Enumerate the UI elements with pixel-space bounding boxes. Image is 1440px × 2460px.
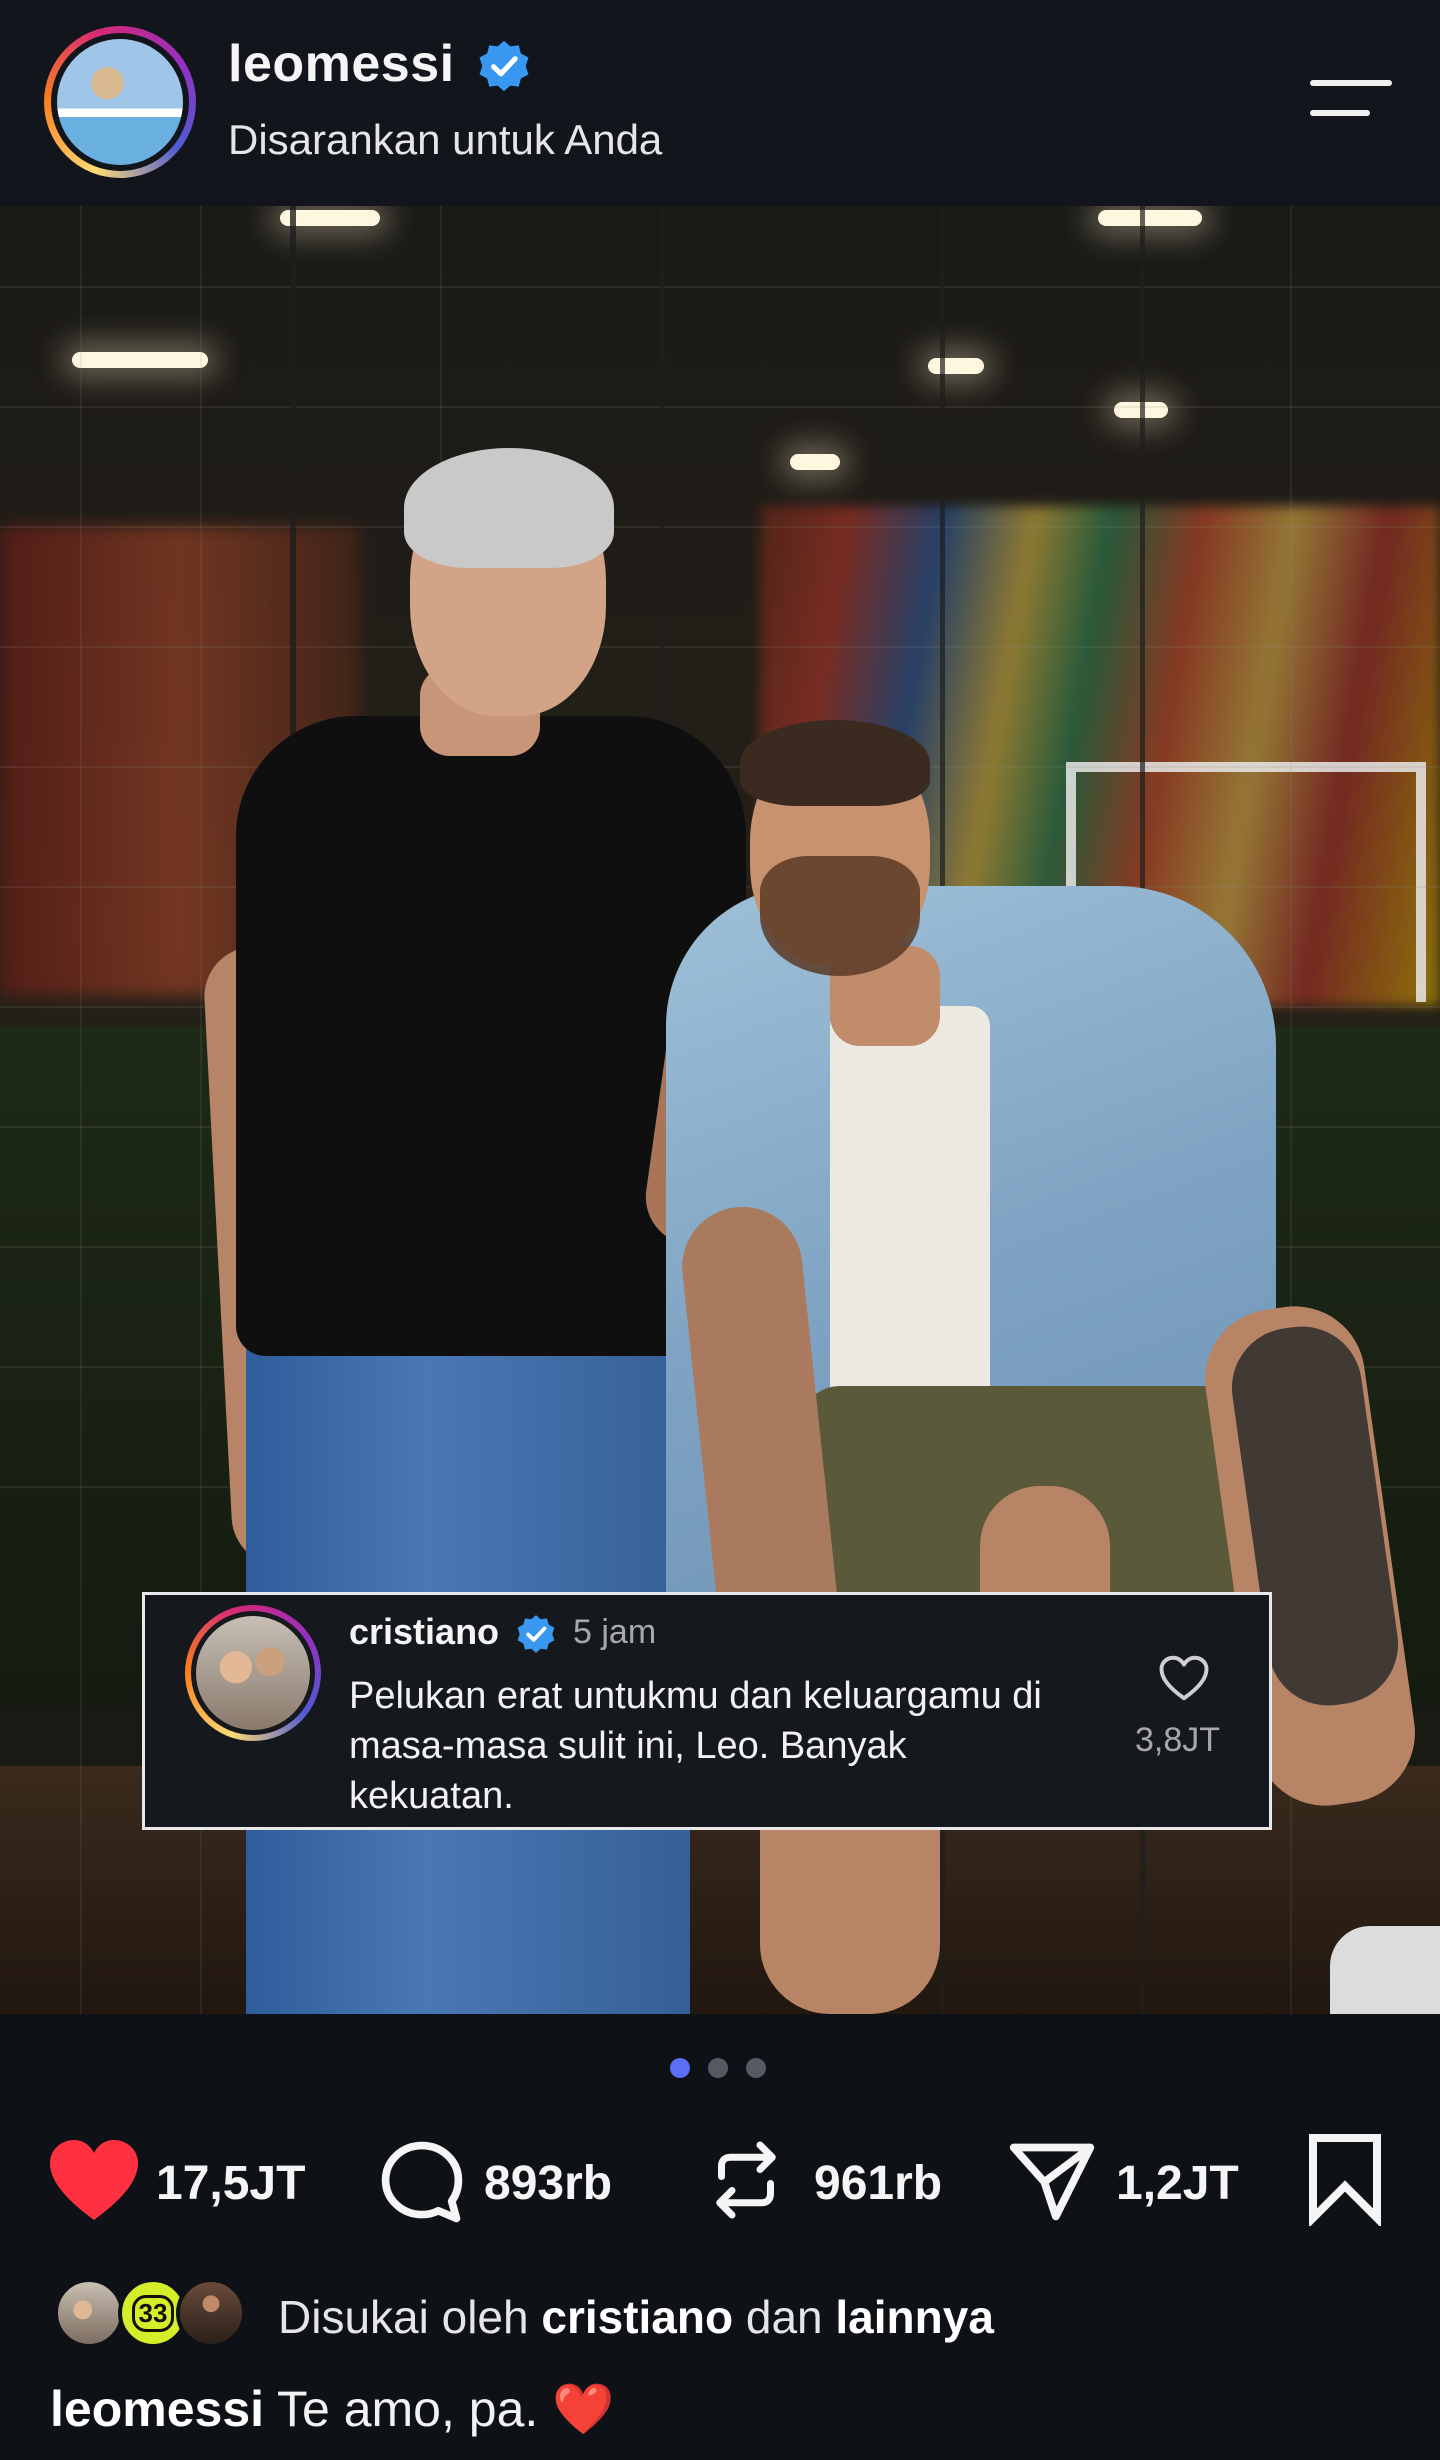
avatar-image (57, 39, 183, 165)
caption-text: Te amo, pa. (277, 2381, 539, 2437)
featured-comment[interactable]: cristiano 5 jam Pelukan erat untukmu dan… (142, 1592, 1272, 1830)
liker-badge-text: 33 (131, 2294, 175, 2332)
verified-badge-icon (479, 40, 529, 92)
menu-icon[interactable] (1310, 76, 1392, 126)
like-heart-icon[interactable] (46, 2136, 142, 2224)
red-heart-emoji: ❤️ (552, 2381, 615, 2437)
liker-avatar (54, 2278, 124, 2348)
repost-icon[interactable] (704, 2138, 788, 2222)
carousel-indicator (670, 2058, 770, 2078)
carousel-dot (746, 2058, 766, 2078)
liked-by-row[interactable]: 33 Disukai oleh cristiano dan lainnya (0, 2268, 1440, 2358)
comment-icon[interactable] (376, 2136, 468, 2228)
comment-time: 5 jam (573, 1613, 657, 1651)
username[interactable]: leomessi (228, 34, 455, 94)
liked-by-user[interactable]: cristiano (541, 2291, 733, 2343)
comment-username[interactable]: cristiano (349, 1611, 499, 1653)
comment-text: Pelukan erat untukmu dan keluargamu di m… (349, 1675, 1042, 1817)
post-header: leomessi Disarankan untuk Anda (0, 0, 1440, 206)
carousel-dot (708, 2058, 728, 2078)
verified-badge-icon (517, 1615, 555, 1653)
liked-by-text: Disukai oleh cristiano dan lainnya (278, 2291, 994, 2343)
share-send-icon[interactable] (1006, 2136, 1098, 2228)
caption-username[interactable]: leomessi (50, 2381, 264, 2437)
suggested-label: Disarankan untuk Anda (228, 116, 663, 163)
post-page: leomessi Disarankan untuk Anda cristiano… (0, 0, 1440, 2460)
like-count[interactable]: 17,5JT (156, 2156, 305, 2211)
comment-like-count: 3,8JT (1135, 1721, 1221, 1759)
comment-heart-icon[interactable] (1157, 1653, 1211, 1703)
comment-avatar[interactable] (185, 1605, 321, 1741)
repost-count[interactable]: 961rb (814, 2156, 942, 2211)
liker-avatar (176, 2278, 246, 2348)
share-count[interactable]: 1,2JT (1116, 2156, 1239, 2211)
liked-by-others[interactable]: lainnya (835, 2291, 994, 2343)
carousel-dot-active (670, 2058, 690, 2078)
profile-avatar[interactable] (44, 26, 196, 178)
comment-count[interactable]: 893rb (484, 2156, 612, 2211)
action-bar: 17,5JT 893rb 961rb 1,2JT (0, 2124, 1440, 2234)
bookmark-icon[interactable] (1302, 2130, 1388, 2226)
post-caption: leomessi Te amo, pa. ❤️ (50, 2380, 614, 2439)
